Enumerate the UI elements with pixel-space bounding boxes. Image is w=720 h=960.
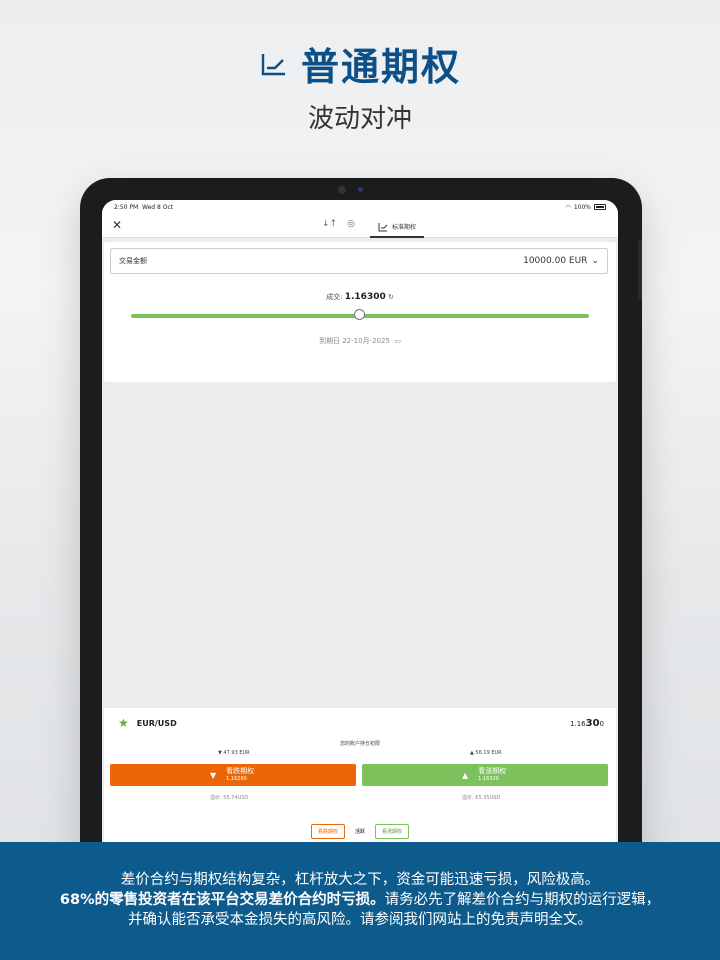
spot-mode-icon[interactable]: ↓↑ [322,219,337,229]
put-premium: 溢价: 55.74USD [210,795,249,801]
tab-standard-option[interactable]: 标准期权 [370,217,425,238]
chip-call[interactable]: 看涨期权 [375,824,410,839]
app-screen: 2:50 PM Wed 8 Oct ◠ 100% ✕ ↓↑ ◎ 标准期权 交易金… [102,200,618,900]
toolbar: ✕ ↓↑ ◎ 标准期权 [102,214,618,238]
disclaimer-line-1: 差价合约与期权结构复杂，杠杆放大之下，资金可能迅速亏损，风险极高。 [120,872,600,888]
refresh-icon[interactable]: ↻ [388,293,394,301]
risk-disclaimer: 差价合约与期权结构复杂，杠杆放大之下，资金可能迅速亏损，风险极高。 68%的零售… [0,842,720,960]
amount-selector[interactable]: 交易金额 10000.00 EUR ⌄ [110,248,608,274]
instrument-pair: ★ EUR/USD [118,716,177,730]
trade-settings-card: 交易金额 10000.00 EUR ⌄ 成交: 1.16300 ↻ 到期日 22… [104,242,616,382]
disclaimer-line-3: 并确认能否承受本金损失的高风险。请参阅我们网站上的免责声明全文。 [128,912,592,928]
triangle-down-icon: ▼ [210,770,217,780]
wifi-icon: ◠ [565,203,571,211]
amount-label: 交易金额 [119,257,147,265]
live-price: 1.16300 [570,718,604,729]
target-mode-icon[interactable]: ◎ [347,219,355,229]
chevron-down-icon: ⌄ [591,256,599,266]
option-chips: 看跌期权 活跃 看涨期权 [104,824,616,839]
mode-tabs: ↓↑ ◎ [322,219,355,229]
calendar-icon[interactable]: ▭ [394,337,401,345]
option-chart-icon [378,222,388,231]
hero-title-text: 普通期权 [300,45,461,89]
position-limit-note: 您的账户持仓初限 [339,741,380,747]
tablet-side-button [638,240,642,300]
status-time: 2:50 PM Wed 8 Oct [114,203,174,211]
strike-value: 1.16300 [344,292,386,302]
strike-display: 成交: 1.16300 ↻ [326,292,394,302]
triangle-up-icon: ▲ [462,770,469,780]
disclaimer-line-2: 68%的零售投资者在该平台交易差价合约时亏损。请务必先了解差价合约与期权的运行逻… [59,892,661,908]
hero-subtitle: 波动对冲 [307,104,412,134]
camera-icon [338,186,346,194]
option-chart-icon [261,53,285,75]
expiry-date[interactable]: 到期日 22-10月-2025 ▭ [104,336,616,346]
call-delta: ▲ 56.19 EUR [470,750,502,756]
put-option-button[interactable]: ▼ 看跌期权 1.16280 [110,764,356,786]
camera-sensor-icon [358,187,363,192]
amount-value: 10000.00 EUR ⌄ [523,256,599,266]
star-icon[interactable]: ★ [118,716,129,730]
status-right: ◠ 100% [566,204,606,211]
call-option-button[interactable]: ▲ 看涨期权 1.16320 [362,764,608,786]
put-delta: ▼ 47.93 EUR [218,750,250,756]
call-premium: 溢价: 65.35USD [462,795,501,801]
status-bar: 2:50 PM Wed 8 Oct ◠ 100% [102,200,618,214]
battery-icon [594,204,606,210]
slider-handle[interactable] [354,309,365,320]
hero-title: 普通期权 [0,36,720,91]
chip-put[interactable]: 看跌期权 [310,824,345,839]
chip-active: 活跃 [354,829,365,835]
close-icon[interactable]: ✕ [112,218,122,232]
